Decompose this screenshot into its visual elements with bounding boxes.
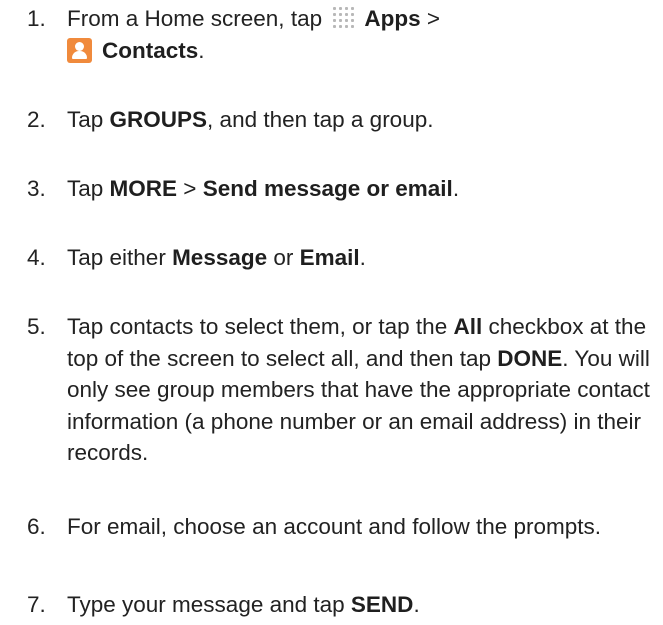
step-number: 1. <box>27 6 46 31</box>
step-text: Tap either Message or Email. <box>67 245 366 270</box>
step-number: 6. <box>27 514 46 539</box>
send-message-label: Send message or email <box>202 176 453 201</box>
apps-label: Apps <box>364 6 421 31</box>
step-text: From a Home screen, tap Apps > Contacts. <box>67 6 440 63</box>
instruction-steps: 1. From a Home screen, tap Apps > Contac… <box>0 0 663 625</box>
step-number: 3. <box>27 176 46 201</box>
done-label: DONE <box>497 345 563 371</box>
step-number: 5. <box>27 314 46 339</box>
groups-label: GROUPS <box>109 107 208 132</box>
step-2: 2. Tap GROUPS, and then tap a group. <box>27 104 657 136</box>
step-text: Tap GROUPS, and then tap a group. <box>67 107 434 132</box>
step-6: 6. For email, choose an account and foll… <box>27 511 657 543</box>
step-7: 7. Type your message and tap SEND. <box>27 589 657 621</box>
step-5: 5. Tap contacts to select them, or tap t… <box>27 311 657 469</box>
apps-grid-icon <box>332 6 358 30</box>
step-3: 3. Tap MORE > Send message or email. <box>27 173 657 205</box>
send-label: SEND <box>350 592 414 617</box>
step-text: For email, choose an account and follow … <box>67 514 602 539</box>
step-text: Tap contacts to select them, or tap the … <box>67 314 650 465</box>
step-number: 2. <box>27 107 46 132</box>
message-label: Message <box>172 245 268 270</box>
email-label: Email <box>299 245 360 270</box>
contacts-icon <box>67 37 92 63</box>
step-4: 4. Tap either Message or Email. <box>27 242 657 274</box>
step-text: Tap MORE > Send message or email. <box>67 176 460 201</box>
step-number: 4. <box>27 245 46 270</box>
step-text: Type your message and tap SEND. <box>67 592 420 617</box>
step-1: 1. From a Home screen, tap Apps > Contac… <box>27 3 657 66</box>
step-number: 7. <box>27 592 46 617</box>
all-label: All <box>453 314 483 339</box>
more-label: MORE <box>109 176 178 201</box>
contacts-label: Contacts <box>102 37 199 63</box>
